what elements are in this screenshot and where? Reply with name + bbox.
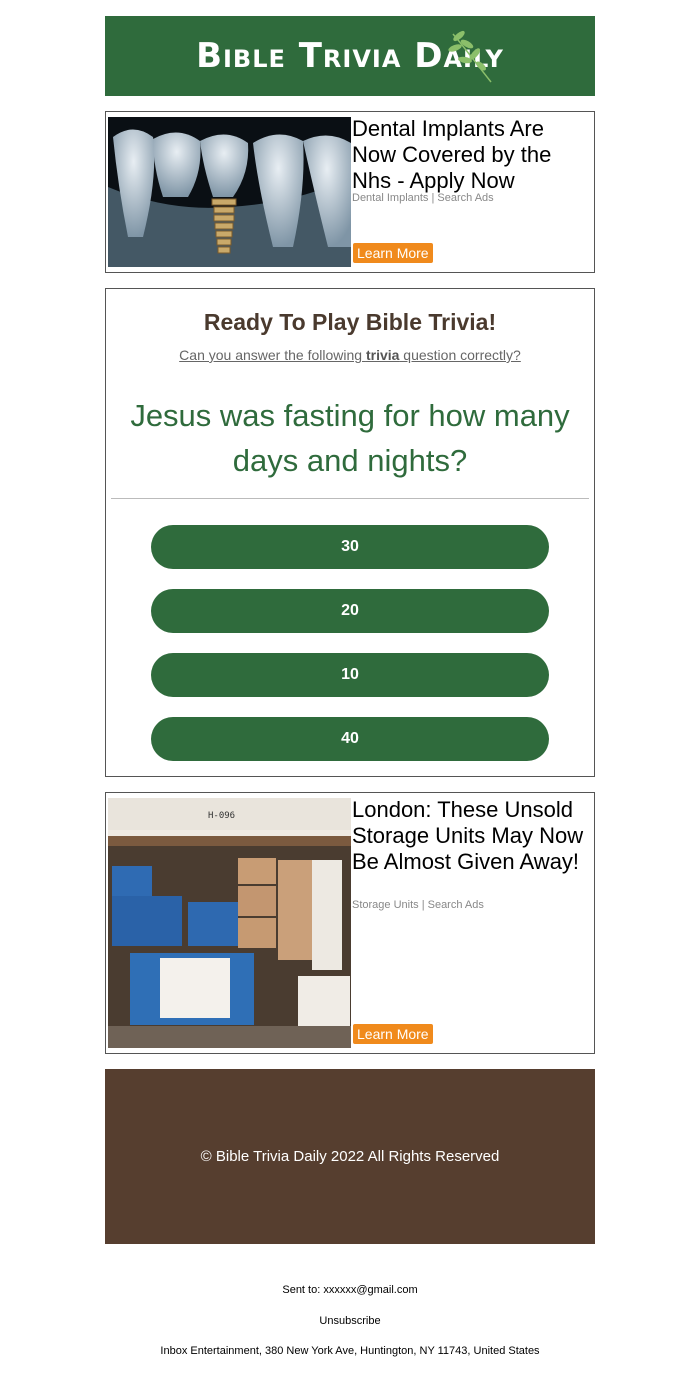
- trivia-subtitle-link[interactable]: Can you answer the following trivia ques…: [106, 347, 594, 363]
- divider: [111, 498, 589, 499]
- ad-card-dental[interactable]: Dental Implants Are Now Covered by the N…: [105, 111, 595, 273]
- subtitle-prefix: Can you answer the following: [179, 347, 366, 363]
- storage-unit-image[interactable]: H-096: [108, 798, 351, 1048]
- header-banner: Bible Trivia Daily: [105, 16, 595, 96]
- ad-title[interactable]: Dental Implants Are Now Covered by the N…: [352, 116, 590, 194]
- olive-branch-icon: [448, 30, 492, 83]
- subtitle-bold: trivia: [365, 347, 400, 363]
- copyright-text: © Bible Trivia Daily 2022 All Rights Res…: [200, 1148, 500, 1165]
- ad-title[interactable]: London: These Unsold Storage Units May N…: [352, 797, 590, 875]
- answer-button[interactable]: 20: [151, 589, 549, 633]
- subtitle-suffix: question correctly?: [399, 347, 521, 363]
- tooth-illustration: [108, 117, 351, 267]
- answer-button[interactable]: 30: [151, 525, 549, 569]
- footer-banner: © Bible Trivia Daily 2022 All Rights Res…: [105, 1069, 595, 1244]
- learn-more-button[interactable]: Learn More: [353, 1024, 433, 1044]
- learn-more-button[interactable]: Learn More: [353, 243, 433, 263]
- storage-unit-photo: H-096: [108, 798, 351, 1048]
- address-text: Inbox Entertainment, 380 New York Ave, H…: [160, 1345, 540, 1357]
- answer-button[interactable]: 10: [151, 653, 549, 697]
- ad-card-storage[interactable]: H-096 London: These Unsold Storage Units…: [105, 792, 595, 1054]
- unit-number-label: H-096: [208, 811, 235, 821]
- trivia-heading: Ready To Play Bible Trivia!: [203, 309, 497, 335]
- dental-implant-image[interactable]: [108, 117, 351, 267]
- ad-source-label: Dental Implants | Search Ads: [352, 192, 494, 204]
- ad-source-label: Storage Units | Search Ads: [352, 899, 484, 911]
- trivia-card: Ready To Play Bible Trivia! Can you answ…: [105, 288, 595, 777]
- unsubscribe-link[interactable]: Unsubscribe: [0, 1315, 700, 1327]
- answer-button[interactable]: 40: [151, 717, 549, 761]
- trivia-question: Jesus was fasting for how many days and …: [130, 398, 570, 478]
- sent-to-text: Sent to: xxxxxx@gmail.com: [282, 1284, 418, 1296]
